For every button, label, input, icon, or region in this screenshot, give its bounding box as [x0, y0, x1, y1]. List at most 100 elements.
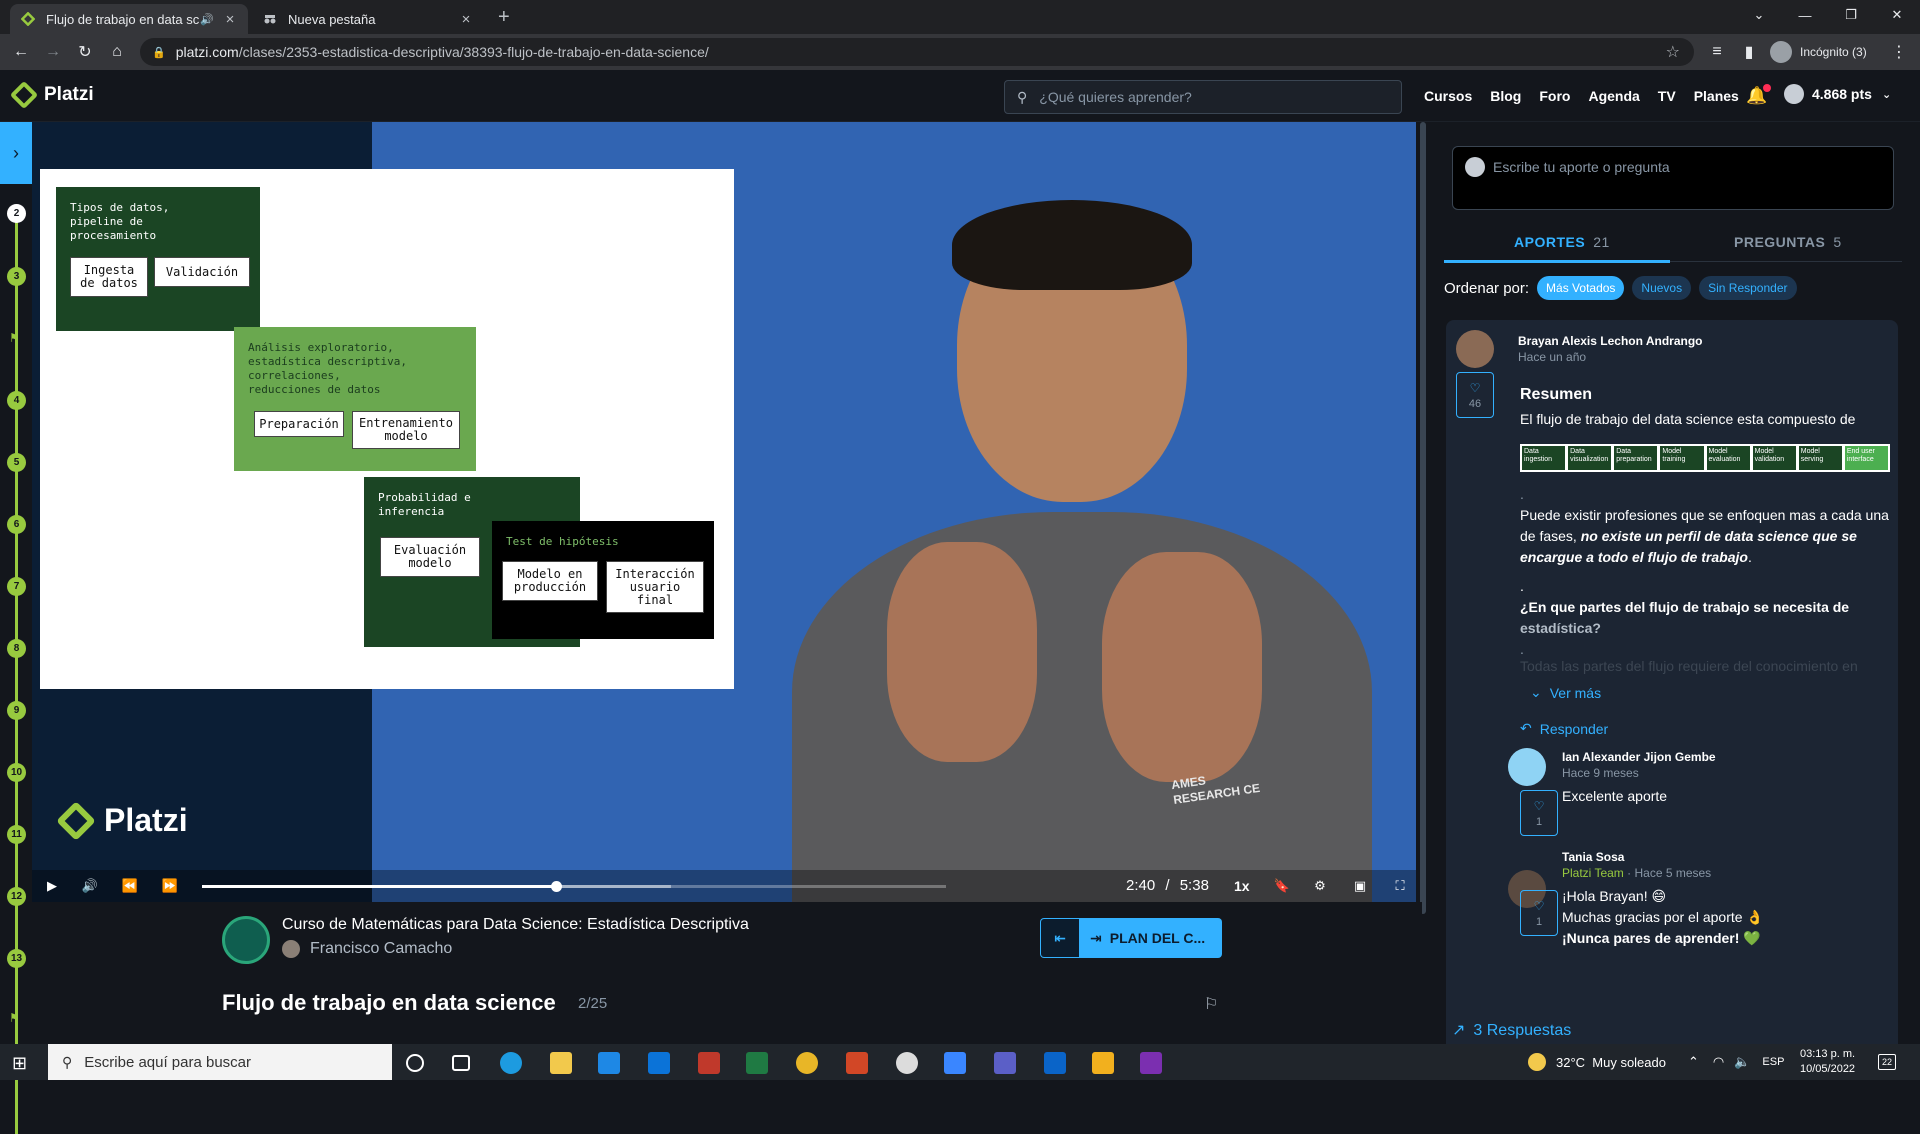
store-icon[interactable]: [648, 1052, 670, 1074]
file-explorer-icon[interactable]: [550, 1052, 572, 1074]
rail-class-2[interactable]: 2: [7, 204, 26, 223]
access-icon[interactable]: [698, 1052, 720, 1074]
rewind-icon[interactable]: ⏪: [120, 876, 140, 896]
chrome-icon[interactable]: [796, 1052, 818, 1074]
rail-class-13[interactable]: 13: [7, 949, 26, 968]
onenote-icon[interactable]: [1140, 1052, 1162, 1074]
sort-new[interactable]: Nuevos: [1632, 276, 1692, 300]
sort-most-voted[interactable]: Más Votados: [1537, 276, 1625, 300]
teams-icon[interactable]: [994, 1052, 1016, 1074]
rail-class-10[interactable]: 10: [7, 763, 26, 782]
nav-planes[interactable]: Planes: [1694, 88, 1739, 104]
bookmark-icon[interactable]: 🔖: [1272, 876, 1292, 896]
tab-preguntas[interactable]: PREGUNTAS 5: [1734, 234, 1842, 250]
plan-button[interactable]: ⇤ ⇥ PLAN DEL C...: [1040, 918, 1222, 958]
like-button[interactable]: ♡ 1: [1520, 790, 1558, 836]
new-tab-button[interactable]: +: [498, 6, 510, 29]
powerpoint-icon[interactable]: [846, 1052, 868, 1074]
author-name[interactable]: Brayan Alexis Lechon Andrango: [1518, 334, 1702, 348]
video-player[interactable]: AMES RESEARCH CE Tipos de datos, pipelin…: [32, 122, 1416, 902]
play-icon[interactable]: ▶: [42, 876, 62, 896]
close-tab-icon[interactable]: ×: [222, 11, 238, 28]
volume-icon[interactable]: 🔊: [80, 876, 100, 896]
windows-start-icon[interactable]: ⊞: [12, 1052, 34, 1074]
rail-class-6[interactable]: 6: [7, 515, 26, 534]
mail-icon[interactable]: [598, 1052, 620, 1074]
ver-mas-link[interactable]: ⌄ Ver más: [1530, 684, 1601, 701]
rail-class-7[interactable]: 7: [7, 577, 26, 596]
rail-class-12[interactable]: 12: [7, 887, 26, 906]
tab-search-icon[interactable]: ⌄: [1736, 0, 1782, 30]
reply-author[interactable]: Tania Sosa: [1562, 850, 1624, 864]
forward-icon[interactable]: ⏩: [160, 876, 180, 896]
browser-tab-active[interactable]: Flujo de trabajo en data scie 🔊 ×: [10, 4, 248, 34]
rail-class-4[interactable]: 4: [7, 391, 26, 410]
nav-agenda[interactable]: Agenda: [1588, 88, 1639, 104]
close-tab-icon[interactable]: ×: [458, 11, 474, 28]
home-icon[interactable]: ⌂: [106, 41, 128, 63]
chevron-up-icon[interactable]: ⌃: [1688, 1054, 1699, 1070]
gear-icon[interactable]: ⚙: [1310, 876, 1330, 896]
search-input[interactable]: ⚲ ¿Qué quieres aprender?: [1004, 80, 1402, 114]
browser-tab[interactable]: Nueva pestaña ×: [252, 4, 484, 34]
edge-icon[interactable]: [500, 1052, 522, 1074]
notifications-bell-icon[interactable]: 🔔: [1746, 84, 1772, 106]
minimize-button[interactable]: —: [1782, 0, 1828, 30]
course-badge-icon[interactable]: [222, 916, 270, 964]
reply-link[interactable]: ↶ Responder: [1520, 720, 1608, 737]
rail-class-3[interactable]: 3: [7, 267, 26, 286]
bookmark-star-icon[interactable]: ☆: [1666, 42, 1680, 62]
collapse-arrow-icon[interactable]: ⇤: [1041, 919, 1079, 957]
picture-in-picture-icon[interactable]: ▣: [1350, 876, 1370, 896]
notification-center-icon[interactable]: 22: [1878, 1054, 1896, 1070]
task-view-icon[interactable]: [452, 1055, 470, 1071]
workflow-diagram-image[interactable]: Data ingestion Data visualization Data p…: [1520, 444, 1890, 472]
weather-text[interactable]: 32°C Muy soleado: [1556, 1055, 1666, 1070]
clock[interactable]: 03:13 p. m. 10/05/2022: [1800, 1047, 1855, 1077]
rail-class-5[interactable]: 5: [7, 453, 26, 472]
language-indicator[interactable]: ESP: [1762, 1056, 1784, 1068]
incognito-profile-button[interactable]: Incógnito (3): [1770, 39, 1867, 65]
speaker-icon[interactable]: 🔊: [200, 13, 214, 26]
avatar[interactable]: [1508, 748, 1546, 786]
excel-icon[interactable]: [746, 1052, 768, 1074]
back-icon[interactable]: ←: [10, 41, 32, 63]
reply-author[interactable]: Ian Alexander Jijon Gembe: [1562, 750, 1716, 764]
like-button[interactable]: ♡ 46: [1456, 372, 1494, 418]
nav-tv[interactable]: TV: [1658, 88, 1676, 104]
power-bi-icon[interactable]: [1092, 1052, 1114, 1074]
expand-rail-button[interactable]: ›: [0, 122, 32, 184]
forward-icon[interactable]: →: [42, 41, 64, 63]
platzi-logo[interactable]: Platzi: [9, 80, 94, 110]
media-control-icon[interactable]: ≡: [1706, 41, 1728, 63]
volume-icon[interactable]: 🔈: [1734, 1054, 1750, 1070]
tab-aportes[interactable]: APORTES 21: [1514, 234, 1610, 250]
nav-blog[interactable]: Blog: [1490, 88, 1521, 104]
taskbar-search-input[interactable]: ⚲ Escribe aquí para buscar: [48, 1044, 392, 1080]
browser-menu-icon[interactable]: ⋮: [1888, 41, 1910, 63]
respuestas-link[interactable]: ↗ 3 Respuestas: [1452, 1020, 1571, 1040]
rail-class-11[interactable]: 11: [7, 825, 26, 844]
restore-button[interactable]: ❐: [1828, 0, 1874, 30]
rail-class-8[interactable]: 8: [7, 639, 26, 658]
course-title[interactable]: Curso de Matemáticas para Data Science: …: [282, 916, 749, 934]
app-icon[interactable]: [896, 1052, 918, 1074]
teacher-link[interactable]: Francisco Camacho: [282, 940, 452, 958]
side-panel-icon[interactable]: ▮: [1738, 41, 1760, 63]
wifi-icon[interactable]: ◠: [1713, 1054, 1724, 1070]
progress-thumb[interactable]: [551, 881, 563, 892]
address-bar[interactable]: 🔒 platzi.com/clases/2353-estadistica-des…: [140, 38, 1694, 66]
playback-speed-button[interactable]: 1x: [1234, 878, 1250, 894]
contribution-input[interactable]: Escribe tu aporte o pregunta: [1452, 146, 1894, 210]
user-points-menu[interactable]: 4.868 pts ⌄: [1784, 84, 1891, 104]
nav-foro[interactable]: Foro: [1539, 88, 1570, 104]
reload-icon[interactable]: ↻: [74, 41, 96, 63]
report-flag-icon[interactable]: ⚐: [1204, 994, 1218, 1014]
avatar[interactable]: [1456, 330, 1494, 368]
fullscreen-icon[interactable]: ⛶: [1390, 876, 1410, 896]
cortana-icon[interactable]: [406, 1054, 424, 1072]
outlook-icon[interactable]: [1044, 1052, 1066, 1074]
nav-cursos[interactable]: Cursos: [1424, 88, 1472, 104]
calculator-icon[interactable]: [944, 1052, 966, 1074]
video-progress-bar[interactable]: [202, 881, 946, 892]
